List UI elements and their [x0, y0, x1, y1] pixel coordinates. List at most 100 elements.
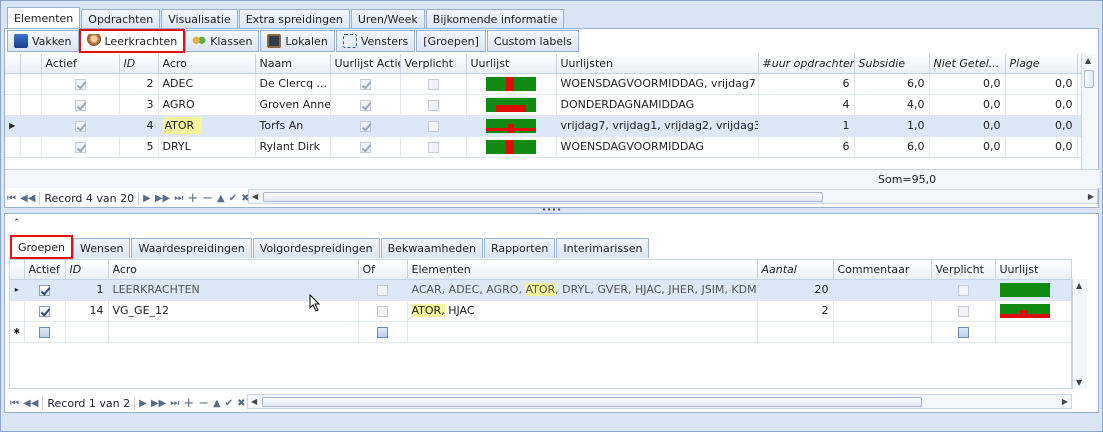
uurlijst-cell[interactable]: [466, 115, 557, 137]
col-actief[interactable]: Actief: [24, 260, 66, 280]
new-row-indicator[interactable]: ✱: [10, 321, 25, 343]
uurlijst-actief-checkbox[interactable]: [359, 99, 371, 111]
uurlijst-actief-checkbox[interactable]: [359, 120, 371, 132]
of-cell[interactable]: [358, 321, 408, 343]
col-verplicht[interactable]: Verplicht: [400, 54, 467, 74]
verplicht-cell[interactable]: [400, 136, 467, 158]
uurlijst-actief-cell[interactable]: [330, 94, 401, 116]
verplicht-cell[interactable]: [400, 115, 467, 137]
plage-cell[interactable]: 0,0: [1005, 94, 1078, 116]
verplicht-cell[interactable]: [931, 321, 996, 343]
verplicht-checkbox[interactable]: [427, 120, 439, 132]
uurlijst-cell[interactable]: [466, 94, 557, 116]
subtab-leerkrachten[interactable]: Leerkrachten: [78, 29, 186, 53]
id-cell[interactable]: 4: [119, 115, 159, 137]
of-checkbox[interactable]: [377, 326, 388, 338]
commentaar-cell[interactable]: [833, 321, 932, 343]
tab-visualisatie[interactable]: Visualisatie: [161, 9, 238, 29]
aantal-cell[interactable]: [757, 321, 834, 343]
table-row[interactable]: 5 DRYL Rylant Dirk WOENSDAGVOORMIDDAG 6 …: [5, 136, 1081, 158]
row-indicator[interactable]: [5, 136, 21, 158]
naam-cell[interactable]: Rylant Dirk: [255, 136, 331, 158]
uurlijst-actief-checkbox[interactable]: [359, 78, 371, 90]
scroll-up-arrow[interactable]: ▲: [1076, 281, 1082, 290]
verplicht-checkbox[interactable]: [957, 326, 969, 338]
col-niet-geteld[interactable]: Niet Getel...: [929, 54, 1006, 74]
uurlijsten-cell[interactable]: DONDERDAGNAMIDDAG: [556, 94, 759, 116]
verplicht-cell[interactable]: [400, 94, 467, 116]
uur-cell[interactable]: 1: [758, 115, 855, 137]
scroll-left-arrow[interactable]: ◀: [252, 192, 258, 201]
verplicht-cell[interactable]: [931, 300, 996, 322]
aantal-cell[interactable]: 2: [757, 300, 834, 322]
verplicht-checkbox[interactable]: [957, 284, 969, 296]
subtab-vensters[interactable]: Vensters: [335, 30, 416, 52]
col-naam[interactable]: Naam: [255, 54, 331, 74]
upper-vertical-scrollbar[interactable]: ▲ ▼: [1081, 54, 1096, 188]
col-elementen[interactable]: Elementen: [407, 260, 758, 280]
next-page-icon[interactable]: ▶▶: [151, 398, 166, 409]
verplicht-cell[interactable]: [931, 279, 996, 301]
col-aantal[interactable]: Aantal: [757, 260, 834, 280]
naam-cell[interactable]: De Clercq ...: [255, 73, 331, 95]
subtab-groepen[interactable]: [Groepen]: [416, 30, 486, 52]
actief-cell[interactable]: [24, 321, 66, 343]
col-plage[interactable]: Plage: [1005, 54, 1078, 74]
elementen-cell[interactable]: ACAR, ADEC, AGRO, ATOR, DRYL, GVER, HJAC…: [407, 279, 758, 301]
actief-checkbox[interactable]: [74, 120, 86, 132]
uurlijst-cell[interactable]: [995, 300, 1071, 322]
col-actief[interactable]: Actief: [41, 54, 120, 74]
col-of[interactable]: Of: [358, 260, 408, 280]
first-record-icon[interactable]: ⏮: [7, 193, 16, 204]
col-id[interactable]: ID: [119, 54, 159, 74]
verplicht-cell[interactable]: [400, 73, 467, 95]
col-verplicht[interactable]: Verplicht: [931, 260, 996, 280]
uurlijst-actief-checkbox[interactable]: [359, 141, 371, 153]
last-record-icon[interactable]: ⏭: [170, 398, 179, 409]
actief-cell[interactable]: [41, 115, 120, 137]
subsidie-cell[interactable]: 6,0: [854, 73, 930, 95]
tab-volgordespreidingen[interactable]: Volgordespreidingen: [252, 238, 380, 258]
scroll-left-arrow[interactable]: ◀: [251, 397, 257, 406]
acro-cell[interactable]: AGRO: [158, 94, 256, 116]
niet-geteld-cell[interactable]: 0,0: [929, 94, 1006, 116]
verplicht-checkbox[interactable]: [957, 305, 969, 317]
tab-rapporten[interactable]: Rapporten: [483, 238, 556, 258]
tab-opdrachten[interactable]: Opdrachten: [81, 9, 161, 29]
id-cell[interactable]: 2: [119, 73, 159, 95]
subtab-lokalen[interactable]: Lokalen: [260, 30, 335, 52]
uurlijsten-cell[interactable]: WOENSDAGVOORMIDDAG: [556, 136, 759, 158]
subtab-klassen[interactable]: Klassen: [185, 30, 260, 52]
acro-cell[interactable]: [108, 321, 359, 343]
next-page-icon[interactable]: ▶▶: [155, 193, 170, 204]
uurlijst-cell[interactable]: [466, 73, 557, 95]
of-checkbox[interactable]: [377, 305, 388, 317]
of-cell[interactable]: [358, 300, 408, 322]
niet-geteld-cell[interactable]: 0,0: [929, 115, 1006, 137]
actief-cell[interactable]: [24, 300, 66, 322]
save-record-icon[interactable]: ✔: [229, 193, 237, 204]
col-id[interactable]: ID: [65, 260, 109, 280]
actief-cell[interactable]: [24, 279, 66, 301]
uurlijst-actief-cell[interactable]: [330, 115, 401, 137]
current-row-indicator[interactable]: ▸: [10, 279, 25, 301]
id-cell[interactable]: [65, 321, 109, 343]
verplicht-checkbox[interactable]: [427, 99, 439, 111]
col-commentaar[interactable]: Commentaar: [833, 260, 932, 280]
actief-checkbox[interactable]: [39, 326, 50, 338]
id-cell[interactable]: 5: [119, 136, 159, 158]
col-uurlijsten[interactable]: Uurlijsten: [556, 54, 759, 74]
tab-interimarissen[interactable]: Interimarissen: [556, 238, 650, 258]
scroll-right-arrow[interactable]: ▶: [1062, 397, 1068, 406]
table-row-selected[interactable]: ▸ 1 LEERKRACHTEN ACAR, ADEC, AGRO, ATOR,…: [10, 279, 1071, 301]
uurlijst-cell[interactable]: [466, 136, 557, 158]
niet-geteld-cell[interactable]: 0,0: [929, 136, 1006, 158]
scroll-thumb[interactable]: [263, 192, 823, 202]
prev-page-icon[interactable]: ◀◀: [23, 398, 38, 409]
verplicht-checkbox[interactable]: [427, 78, 439, 90]
delete-record-icon[interactable]: −: [202, 191, 213, 206]
tab-groepen[interactable]: Groepen: [9, 235, 74, 259]
cancel-record-icon[interactable]: ✖: [237, 398, 245, 409]
uurlijst-actief-cell[interactable]: [330, 136, 401, 158]
actief-cell[interactable]: [41, 136, 120, 158]
